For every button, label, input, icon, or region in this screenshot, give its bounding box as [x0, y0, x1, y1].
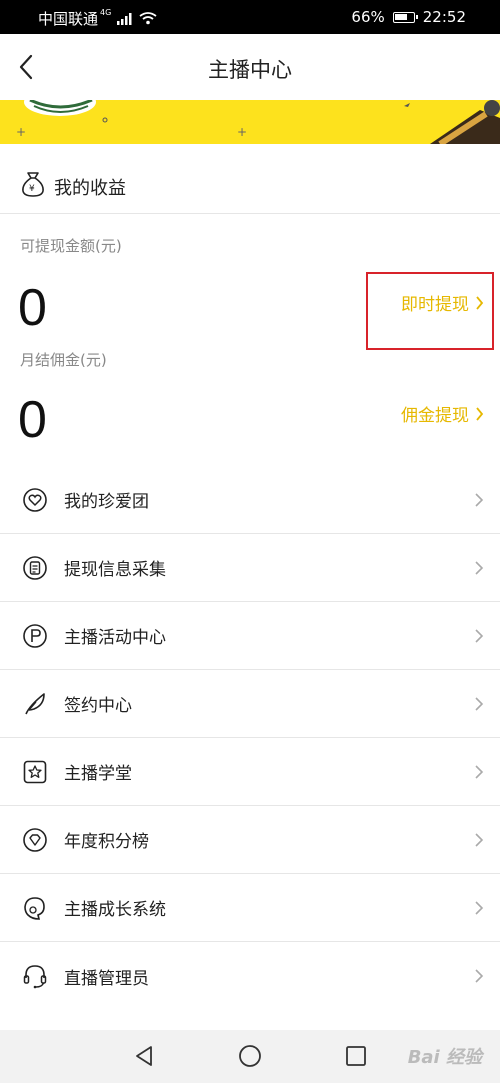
back-triangle-icon[interactable]: [132, 1044, 156, 1068]
flag-circle-icon: [23, 623, 47, 648]
watermark: Bai 经验: [407, 1047, 482, 1068]
battery-percent: 66%: [351, 8, 385, 26]
headset-icon: [23, 965, 47, 989]
menu-item-academy[interactable]: 主播学堂: [0, 738, 500, 806]
menu-item-annual-ranking[interactable]: 年度积分榜: [0, 806, 500, 874]
menu-item-fan-group[interactable]: 我的珍爱团: [0, 466, 500, 534]
chevron-right-icon: [476, 406, 484, 421]
promo-banner[interactable]: + +: [0, 100, 500, 144]
svg-text:+: +: [16, 125, 26, 139]
document-icon: [23, 555, 47, 580]
menu-item-growth-system[interactable]: 主播成长系统: [0, 874, 500, 942]
chevron-right-icon: [475, 900, 484, 915]
highlight-annotation: [366, 272, 494, 350]
chevron-right-icon: [475, 492, 484, 507]
commission-withdraw-label: 佣金提现: [401, 406, 469, 426]
chevron-right-icon: [475, 628, 484, 643]
home-circle-icon[interactable]: [238, 1044, 262, 1068]
earnings-title: 我的收益: [54, 178, 126, 199]
chevron-right-icon: [475, 560, 484, 575]
withdrawable-amount: 0: [18, 279, 47, 337]
money-bag-icon: ¥: [22, 172, 44, 197]
battery-icon: [392, 11, 418, 23]
star-square-icon: [23, 760, 47, 783]
clock: 22:52: [422, 8, 466, 26]
chevron-right-icon: [475, 764, 484, 779]
commission-withdraw-link[interactable]: 佣金提现: [401, 401, 484, 426]
banner-illustration: + +: [16, 100, 500, 144]
diamond-icon: [23, 827, 47, 852]
carrier-label: 中国联通: [38, 10, 99, 28]
wifi-icon: [139, 12, 157, 25]
nav-bar: 主播中心: [0, 34, 500, 100]
menu-item-contract-center[interactable]: 签约中心: [0, 670, 500, 738]
svg-text:+: +: [237, 125, 247, 139]
system-navigation-bar: Bai 经验: [0, 1030, 500, 1083]
chevron-right-icon: [475, 832, 484, 847]
monthly-commission-amount: 0: [18, 391, 47, 449]
chevron-right-icon: [475, 969, 484, 983]
menu-item-withdraw-info[interactable]: 提现信息采集: [0, 534, 500, 602]
menu-item-activity-center[interactable]: 主播活动中心: [0, 602, 500, 670]
menu-item-label: 年度积分榜: [64, 832, 149, 852]
anchor-menu-list: 我的珍爱团 提现信息采集 主播活动中心 签约中心 主播学堂 年度积分榜 主播成长…: [0, 466, 500, 1010]
network-label: 4G: [100, 8, 112, 17]
menu-item-live-admin[interactable]: 直播管理员: [0, 942, 500, 1010]
withdrawable-label: 可提现金额(元): [20, 237, 122, 255]
monthly-commission-label: 月结佣金(元): [20, 351, 107, 369]
menu-item-label: 提现信息采集: [64, 560, 166, 580]
recent-apps-square-icon[interactable]: [344, 1044, 368, 1068]
status-bar: 中国联通 4G 66% 22:52: [0, 0, 500, 34]
feather-icon: [25, 692, 45, 714]
page-title: 主播中心: [208, 58, 292, 82]
menu-item-label: 主播学堂: [64, 764, 132, 784]
growth-icon: [24, 896, 45, 920]
menu-item-label: 我的珍爱团: [64, 492, 149, 512]
menu-item-label: 直播管理员: [64, 968, 149, 989]
signal-icon: [117, 12, 132, 25]
svg-text:¥: ¥: [29, 184, 35, 194]
heart-badge-icon: [23, 487, 47, 512]
menu-item-label: 主播活动中心: [64, 628, 166, 648]
chevron-right-icon: [475, 696, 484, 711]
menu-item-label: 签约中心: [64, 696, 132, 716]
menu-item-label: 主播成长系统: [64, 900, 166, 920]
